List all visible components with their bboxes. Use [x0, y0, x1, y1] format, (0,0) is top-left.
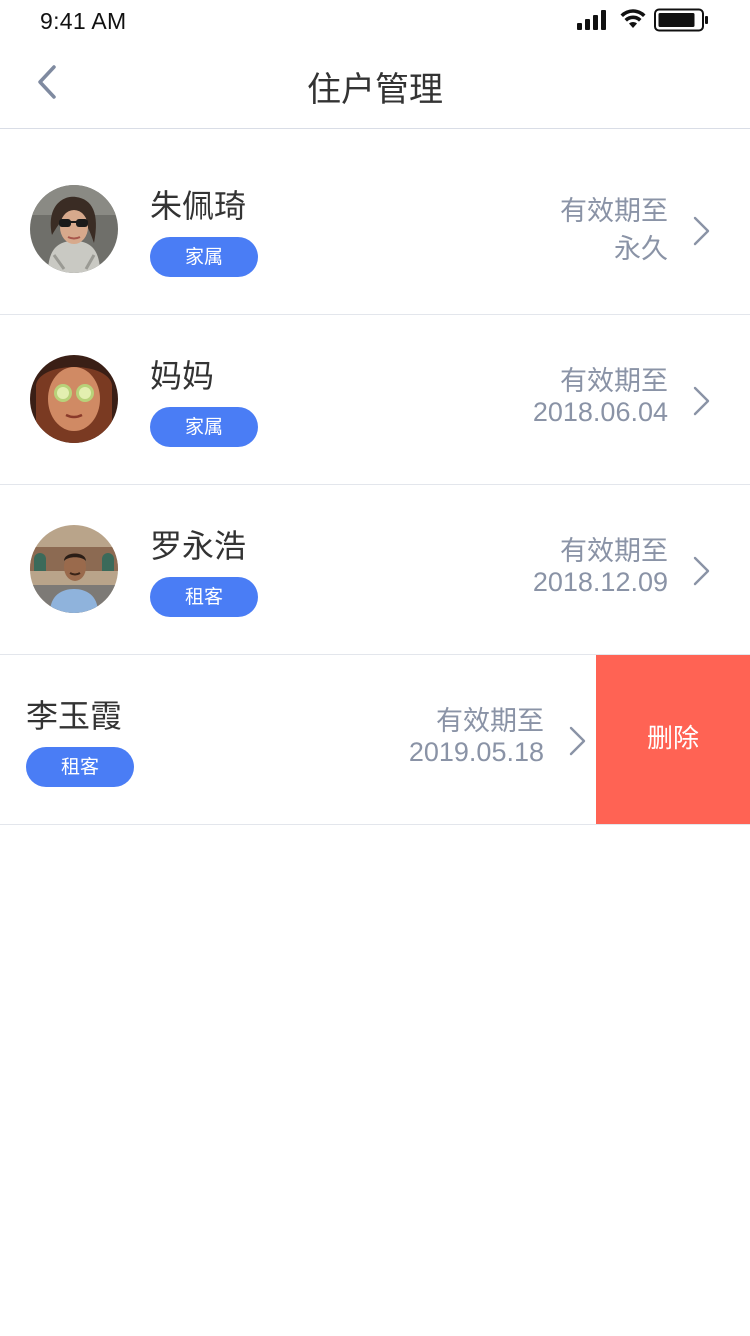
avatar — [30, 355, 118, 443]
resident-row[interactable]: 罗永浩 租客 有效期至 2018.12.09 — [0, 485, 750, 655]
validity-date: 永久 — [614, 234, 668, 264]
status-bar: 9:41 AM — [0, 0, 750, 44]
chevron-right-icon — [692, 555, 712, 587]
resident-name: 妈妈 — [150, 357, 215, 395]
resident-row-swiped[interactable]: 李玉霞 租客 有效期至 2019.05.18 删除 — [0, 655, 750, 825]
validity-label: 有效期至 — [436, 706, 544, 737]
avatar — [30, 525, 118, 613]
page-title: 住户管理 — [307, 70, 443, 110]
chevron-right-icon — [692, 385, 712, 417]
validity-date: 2018.12.09 — [532, 567, 668, 597]
validity-date: 2018.06.04 — [532, 397, 668, 427]
validity-label: 有效期至 — [560, 536, 668, 567]
resident-name: 罗永浩 — [150, 527, 247, 565]
chevron-right-icon — [568, 725, 588, 757]
battery-icon — [654, 8, 710, 32]
avatar — [30, 185, 118, 273]
resident-name: 李玉霞 — [26, 697, 123, 735]
delete-button[interactable]: 删除 — [596, 655, 750, 824]
relationship-badge: 租客 — [26, 747, 134, 787]
chevron-right-icon — [692, 215, 712, 247]
nav-bar: 住户管理 — [0, 44, 750, 129]
signal-icon — [577, 10, 611, 30]
validity-label: 有效期至 — [560, 196, 668, 227]
resident-list: 朱佩琦 家属 有效期至 永久 妈妈 家属 有效期至 2018.06.04 罗永浩… — [0, 145, 750, 825]
status-time: 9:41 AM — [40, 8, 127, 34]
resident-row[interactable]: 妈妈 家属 有效期至 2018.06.04 — [0, 315, 750, 485]
resident-name: 朱佩琦 — [150, 187, 247, 225]
relationship-badge: 家属 — [150, 407, 258, 447]
wifi-icon — [620, 8, 646, 30]
resident-row[interactable]: 朱佩琦 家属 有效期至 永久 — [0, 145, 750, 315]
validity-date: 2019.05.18 — [408, 737, 544, 767]
validity-label: 有效期至 — [560, 366, 668, 397]
relationship-badge: 家属 — [150, 237, 258, 277]
relationship-badge: 租客 — [150, 577, 258, 617]
